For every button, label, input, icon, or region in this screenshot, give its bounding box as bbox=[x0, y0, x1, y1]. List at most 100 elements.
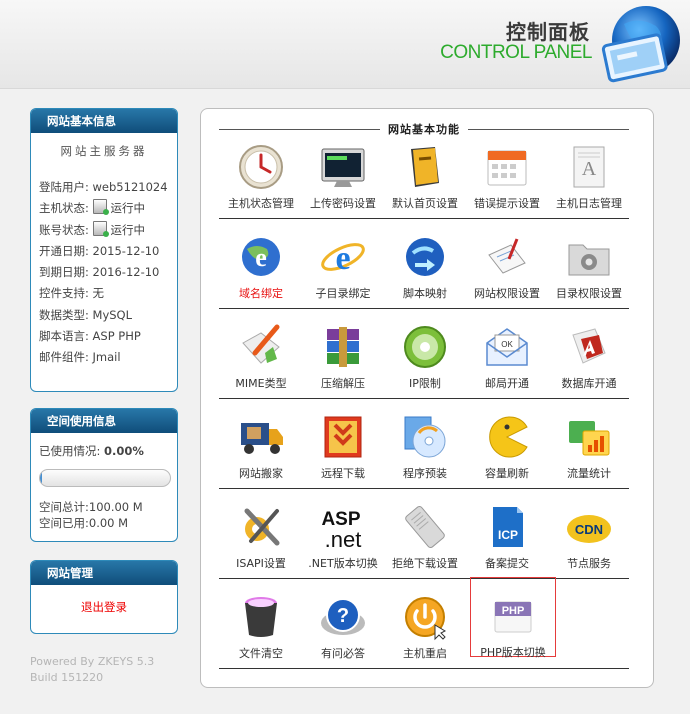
header-banner: 控制面板 CONTROL PANEL bbox=[0, 0, 690, 89]
svg-text:OK: OK bbox=[501, 340, 513, 349]
php-icon: PHP bbox=[494, 601, 532, 633]
capacity-refresh-button[interactable]: 容量刷新 bbox=[465, 399, 549, 489]
info-row-script-language: 脚本语言: ASP PHP bbox=[39, 329, 141, 344]
node-service-button[interactable]: CDN 节点服务 bbox=[547, 489, 631, 579]
svg-text:.net: .net bbox=[325, 527, 362, 551]
function-row-5: ISAPI设置 ASP .net .NET版本切换 拒绝下载设置 ICP 备案提… bbox=[219, 489, 629, 579]
help-question-icon: ? bbox=[321, 598, 365, 635]
info-row-data-type: 数据类型: MySQL bbox=[39, 307, 133, 322]
mime-type-button[interactable]: MIME类型 bbox=[219, 309, 303, 399]
space-used: 空间已用:0.00 M bbox=[39, 516, 129, 530]
ip-restriction-button[interactable]: IP限制 bbox=[383, 309, 467, 399]
moving-truck-icon bbox=[241, 423, 283, 454]
tools-wrench-icon bbox=[244, 508, 280, 546]
script-mapping-button[interactable]: 脚本映射 bbox=[383, 219, 467, 309]
download-arrow-icon bbox=[324, 416, 362, 458]
book-icon bbox=[411, 147, 439, 187]
space-usage-title: 空间使用信息 bbox=[31, 409, 177, 433]
site-manage-panel: 网站管理 退出登录 bbox=[30, 560, 178, 634]
ie-subdir-icon: e bbox=[321, 240, 365, 277]
site-info-subtitle: 网站主服务器 bbox=[60, 144, 148, 158]
info-row-mail-component: 邮件组件: Jmail bbox=[39, 350, 121, 365]
site-permission-button[interactable]: 网站权限设置 bbox=[465, 219, 549, 309]
remote-download-button[interactable]: 远程下载 bbox=[301, 399, 385, 489]
icp-icon: ICP bbox=[493, 507, 523, 547]
info-row-control-support: 控件支持: 无 bbox=[39, 286, 105, 301]
log-document-icon: A bbox=[573, 146, 605, 188]
pacman-refresh-icon bbox=[489, 416, 528, 458]
site-info-title: 网站基本信息 bbox=[31, 109, 177, 133]
site-info-panel: 网站基本信息 网站主服务器 登陆用户: web5121024 主机状态: 运行中… bbox=[30, 108, 178, 392]
trash-bin-icon bbox=[245, 597, 277, 637]
svg-text:PHP: PHP bbox=[502, 605, 525, 617]
status-icon bbox=[92, 220, 109, 237]
subdirectory-binding-button[interactable]: e 子目录绑定 bbox=[301, 219, 385, 309]
access-database-icon bbox=[572, 328, 606, 364]
paint-brush-icon bbox=[242, 324, 280, 364]
net-version-switch-button[interactable]: ASP .net .NET版本切换 bbox=[301, 489, 385, 579]
traffic-statistics-button[interactable]: 流量统计 bbox=[547, 399, 631, 489]
info-row-host-status: 主机状态: 运行中 bbox=[39, 199, 146, 216]
faq-button[interactable]: ? 有问必答 bbox=[301, 579, 385, 669]
deny-download-icon bbox=[405, 505, 445, 549]
host-status-manage-button[interactable]: 主机状态管理 bbox=[219, 129, 303, 219]
svg-text:CDN: CDN bbox=[575, 522, 603, 537]
space-usage-panel: 空间使用信息 已使用情况: 0.00% 空间总计:100.00 M 空间已用:0… bbox=[30, 408, 178, 542]
mail-envelope-icon: OK bbox=[486, 328, 528, 366]
globe-monitor-logo-icon bbox=[601, 6, 680, 83]
svg-text:A: A bbox=[582, 158, 597, 180]
deny-download-setting-button[interactable]: 拒绝下载设置 bbox=[383, 489, 467, 579]
function-row-3: MIME类型 压缩解压 IP限制 OK 邮局开通 数据库开通 bbox=[219, 309, 629, 399]
powered-by: Powered By ZKEYS 5.3 Build 151220 bbox=[30, 655, 155, 684]
function-row-4: 网站搬家 远程下载 程序预装 容量刷新 流量统计 bbox=[219, 399, 629, 489]
folder-gear-icon bbox=[568, 244, 610, 276]
isapi-setting-button[interactable]: ISAPI设置 bbox=[219, 489, 303, 579]
svg-text:ICP: ICP bbox=[498, 528, 518, 542]
svg-text:e: e bbox=[255, 243, 267, 272]
function-row-1: 主机状态管理 上传密码设置 默认首页设置 错误提示设置 A 主机日志管理 bbox=[219, 129, 629, 219]
file-clear-button[interactable]: 文件清空 bbox=[219, 579, 303, 669]
ip-disc-icon bbox=[404, 326, 446, 368]
upload-password-button[interactable]: 上传密码设置 bbox=[301, 129, 385, 219]
ftp-terminal-icon bbox=[321, 148, 365, 187]
host-restart-button[interactable]: 主机重启 bbox=[383, 579, 467, 669]
space-usage-progress-fill bbox=[40, 470, 42, 486]
php-version-switch-button[interactable]: PHP PHP版本切换 bbox=[470, 577, 556, 659]
svg-text:?: ? bbox=[337, 605, 349, 627]
clock-status-icon bbox=[239, 145, 283, 189]
program-preinstall-button[interactable]: 程序预装 bbox=[383, 399, 467, 489]
info-row-login-user: 登陆用户: web5121024 bbox=[39, 180, 168, 194]
globe-arrows-icon bbox=[406, 238, 444, 276]
install-disc-icon bbox=[404, 416, 446, 458]
header-title-en: CONTROL PANEL bbox=[440, 42, 592, 63]
svg-text:e: e bbox=[335, 240, 350, 277]
error-page-setting-button[interactable]: 错误提示设置 bbox=[465, 129, 549, 219]
cdn-node-icon: CDN bbox=[567, 515, 611, 543]
space-total: 空间总计:100.00 M bbox=[39, 500, 143, 514]
site-migration-button[interactable]: 网站搬家 bbox=[219, 399, 303, 489]
logout-link[interactable]: 退出登录 bbox=[31, 585, 177, 615]
traffic-chart-icon bbox=[569, 421, 610, 456]
mail-open-button[interactable]: OK 邮局开通 bbox=[465, 309, 549, 399]
asp-net-icon: ASP .net bbox=[321, 509, 362, 551]
default-homepage-button[interactable]: 默认首页设置 bbox=[383, 129, 467, 219]
winrar-icon bbox=[327, 327, 359, 367]
compress-extract-button[interactable]: 压缩解压 bbox=[301, 309, 385, 399]
status-icon bbox=[92, 199, 109, 216]
space-usage-progress-bar bbox=[39, 469, 171, 487]
site-manage-title: 网站管理 bbox=[31, 561, 177, 585]
clipboard-pen-icon bbox=[488, 238, 526, 274]
space-used-ratio: 已使用情况: 0.00% bbox=[39, 444, 144, 458]
info-row-account-status: 账号状态: 运行中 bbox=[39, 220, 146, 237]
directory-permission-button[interactable]: 目录权限设置 bbox=[547, 219, 631, 309]
host-log-manage-button[interactable]: A 主机日志管理 bbox=[547, 129, 631, 219]
calendar-icon bbox=[487, 150, 527, 186]
info-row-open-date: 开通日期: 2015-12-10 bbox=[39, 243, 160, 258]
power-restart-icon bbox=[405, 597, 447, 641]
domain-binding-button[interactable]: e 域名绑定 bbox=[219, 219, 303, 309]
function-row-2: e 域名绑定 e 子目录绑定 脚本映射 网站权限设置 目录权限设置 bbox=[219, 219, 629, 309]
icp-filing-submit-button[interactable]: ICP 备案提交 bbox=[465, 489, 549, 579]
database-open-button[interactable]: 数据库开通 bbox=[547, 309, 631, 399]
function-row-6: 文件清空 ? 有问必答 主机重启 PHP PHP版本切换 bbox=[219, 577, 629, 669]
ie-globe-icon: e bbox=[242, 238, 280, 276]
